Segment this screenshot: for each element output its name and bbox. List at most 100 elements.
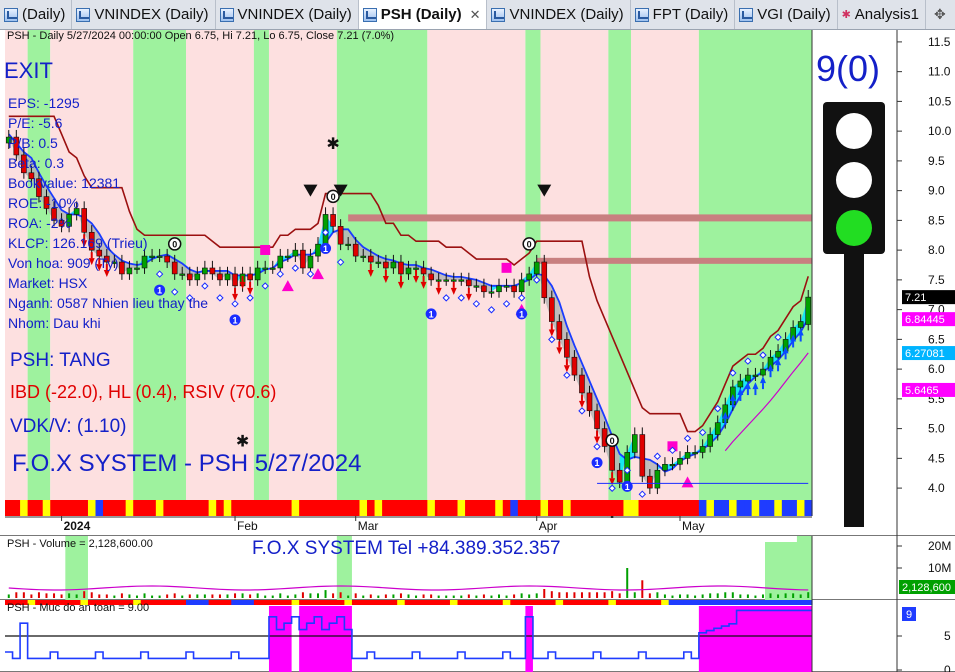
safety-strip-cell [457, 600, 466, 605]
move-icon[interactable]: ✥ [934, 6, 946, 23]
safety-band [268, 606, 292, 672]
y-tick-label: 5.0 [928, 422, 945, 436]
tab-1[interactable]: VNINDEX (Daily) [72, 0, 216, 29]
signal-strip-cell [246, 500, 255, 516]
volume-bar [686, 594, 689, 598]
chart-icon [4, 7, 18, 22]
volume-bar [467, 594, 470, 598]
candle-body [609, 446, 615, 471]
signal-strip-cell [729, 500, 738, 516]
volume-bar [369, 594, 372, 598]
signal-strip-cell [683, 500, 692, 516]
volume-bar [761, 594, 764, 598]
signal-square [501, 262, 512, 273]
volume-bar [543, 589, 546, 598]
tab-label: Analysis1 [854, 6, 919, 23]
candle-body [285, 255, 291, 258]
x-tick-label: Apr [539, 519, 558, 533]
safety-strip-cell [374, 600, 383, 605]
signal-strip-cell [593, 500, 602, 516]
volume-bar [633, 592, 636, 598]
candle-body [564, 339, 570, 358]
candle-body [473, 285, 480, 288]
signal-strip-cell [389, 500, 398, 516]
signal-strip-cell [638, 500, 647, 516]
zero-marker-label: 0 [527, 239, 532, 249]
tab-tools: ✥ ✕ [926, 0, 955, 29]
candle-body [443, 279, 450, 282]
candle-body [639, 434, 646, 477]
zero-marker-label: 0 [331, 192, 336, 202]
candle-body [450, 279, 457, 282]
traffic-light-top [836, 113, 872, 149]
tab-3[interactable]: PSH (Daily) ✕ [358, 0, 488, 29]
volume-bar [445, 595, 448, 598]
candle-body [677, 458, 683, 465]
safety-strip-cell [540, 600, 549, 605]
tab-7[interactable]: ✱ Analysis1 [838, 0, 926, 29]
tab-label: VNINDEX (Daily) [509, 6, 624, 23]
tab-label: (Daily) [22, 6, 66, 23]
safety-strip-cell [208, 600, 217, 605]
safety-strip-cell [193, 600, 202, 605]
signal-strip-cell [713, 500, 723, 516]
volume-bar [580, 592, 583, 598]
candle-body [518, 279, 525, 293]
tab-label: VNINDEX (Daily) [94, 6, 209, 23]
safety-strip-cell [284, 600, 293, 605]
safety-strip-cell [713, 600, 723, 605]
safety-y-tick-label: 0 [944, 663, 951, 672]
signal-strip-cell [766, 500, 775, 516]
tab-0[interactable]: (Daily) [0, 0, 73, 29]
safety-strip-cell [359, 600, 368, 605]
volume-bar [30, 594, 33, 598]
volume-bar [407, 594, 410, 598]
volume-bar [53, 593, 56, 598]
volume-bar [135, 595, 138, 598]
candle-body [526, 273, 532, 281]
signal-strip-cell [510, 500, 519, 516]
signal-strip-cell [170, 500, 180, 516]
safety-strip-cell [314, 600, 323, 605]
safety-strip-cell [766, 600, 775, 605]
buy-arrow-stem [731, 400, 734, 407]
signal-strip-cell [314, 500, 323, 516]
signal-strip-cell [148, 500, 157, 516]
signal-strip-cell [276, 500, 285, 516]
signal-strip-cell [80, 500, 89, 516]
analysis-icon: ✱ [841, 9, 851, 21]
tab-5[interactable]: FPT (Daily) [631, 0, 736, 29]
safety-strip-cell [201, 600, 210, 605]
safety-strip-cell [487, 600, 496, 605]
tab-2[interactable]: VNINDEX (Daily) [216, 0, 359, 29]
safety-strip-cell [268, 600, 278, 605]
safety-strip-cell [186, 600, 195, 605]
volume-bar [430, 594, 433, 598]
price-info-line: PSH - Daily 5/27/2024 00:00:00 Open 6.75… [7, 30, 395, 42]
safety-strip-cell [344, 600, 353, 605]
tab-close-icon[interactable]: ✕ [470, 7, 481, 23]
signal-strip-cell [419, 500, 428, 516]
tab-6[interactable]: VGI (Daily) [735, 0, 838, 29]
candle-body [398, 261, 404, 275]
safety-strip-cell [223, 600, 232, 605]
volume-bar [377, 595, 380, 598]
signal-strip-cell [517, 500, 527, 516]
signal-strip-cell [208, 500, 217, 516]
signal-strip-cell [563, 500, 572, 516]
candle-body [752, 374, 759, 377]
volume-bar [301, 592, 304, 598]
tab-label: VNINDEX (Daily) [237, 6, 352, 23]
zero-marker-label: 0 [610, 436, 615, 446]
tab-4[interactable]: VNINDEX (Daily) [487, 0, 631, 29]
trend-label: PSH: TANG [10, 350, 111, 371]
candle-body [375, 261, 382, 264]
volume-bar [15, 592, 18, 598]
signal-strip-cell [329, 500, 338, 516]
signal-strip-cell [706, 500, 715, 516]
volume-bar [271, 595, 274, 598]
candle-body [488, 291, 495, 294]
signal-strip-cell [50, 500, 59, 516]
signal-strip-cell [412, 500, 421, 516]
safety-strip-cell [231, 600, 240, 605]
